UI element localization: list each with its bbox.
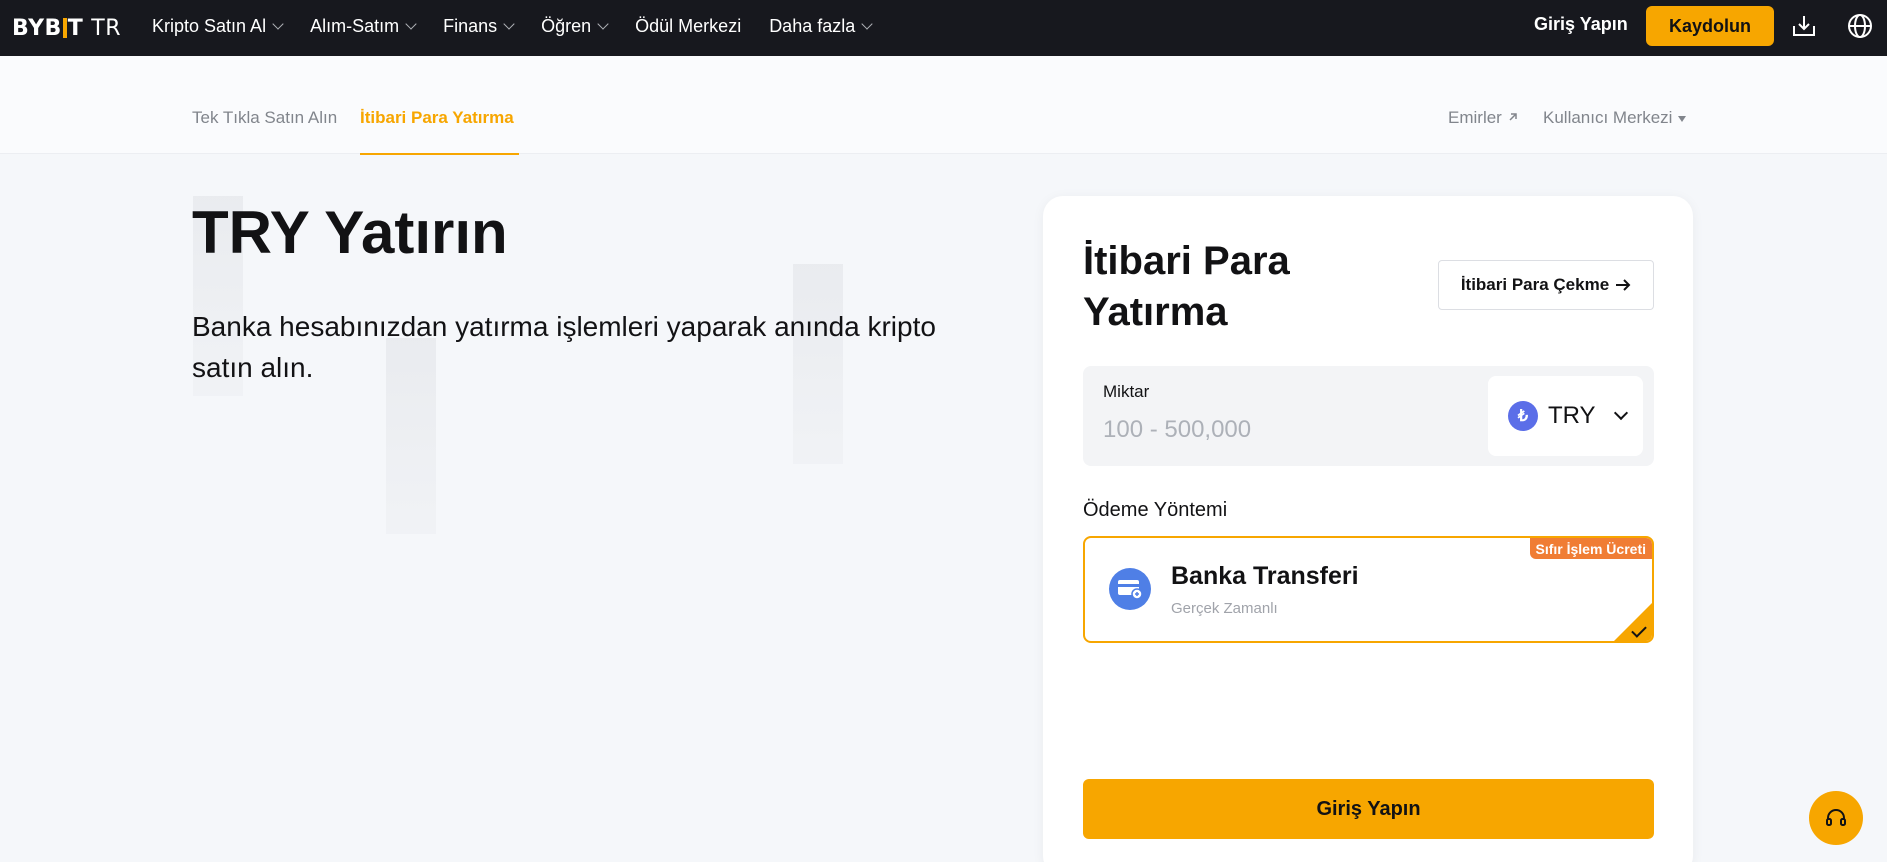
- logo-text: BYB: [12, 15, 62, 41]
- login-button[interactable]: Giriş Yapın: [1083, 779, 1654, 839]
- amount-field-group: Miktar ₺ TRY: [1083, 366, 1654, 466]
- nav-trade[interactable]: Alım-Satım: [310, 15, 417, 37]
- nav-learn[interactable]: Öğren: [541, 15, 609, 37]
- user-center-dropdown[interactable]: Kullanıcı Merkezi: [1543, 108, 1687, 128]
- chevron-down-icon: [1613, 405, 1628, 421]
- logo-bar: [62, 18, 67, 38]
- payment-option-subtitle: Gerçek Zamanlı: [1171, 600, 1278, 617]
- fiat-deposit-card: İtibari Para Yatırma İtibari Para Çekme …: [1043, 196, 1693, 862]
- logo-text-end: T: [67, 15, 84, 41]
- selected-corner: [1614, 603, 1652, 641]
- nav-label: Kripto Satın Al: [152, 15, 267, 36]
- card-title: İtibari Para Yatırma: [1083, 239, 1290, 334]
- bybit-tr-logo[interactable]: BYB T TR: [12, 14, 121, 42]
- chevron-down-icon: [503, 17, 515, 30]
- external-arrow-icon: [1509, 113, 1517, 121]
- chevron-down-icon: [405, 17, 417, 30]
- currency-selector[interactable]: ₺ TRY: [1488, 376, 1643, 456]
- chevron-down-icon: [272, 17, 284, 30]
- tab-one-click-buy[interactable]: Tek Tıkla Satın Alın: [192, 108, 337, 128]
- caret-down-icon: [1678, 116, 1687, 122]
- nav-label: Alım-Satım: [310, 15, 400, 36]
- page-subtitle: Banka hesabınızdan yatırma işlemleri yap…: [192, 311, 936, 383]
- currency-code: TRY: [1548, 402, 1596, 429]
- logo-suffix: TR: [91, 15, 122, 41]
- payment-option-bank-transfer[interactable]: Banka Transferi Gerçek Zamanlı Sıfır İşl…: [1083, 536, 1654, 643]
- page-title: TRY Yatırın: [192, 199, 508, 266]
- nav-reward-center[interactable]: Ödül Merkezi: [635, 16, 741, 37]
- headset-icon[interactable]: [1809, 791, 1863, 845]
- header-login-button[interactable]: Giriş Yapın: [1534, 14, 1628, 35]
- orders-link[interactable]: Emirler: [1448, 108, 1519, 128]
- fiat-withdraw-button[interactable]: İtibari Para Çekme: [1438, 260, 1654, 310]
- amount-label: Miktar: [1103, 382, 1150, 401]
- sub-navigation: Tek Tıkla Satın Alın İtibari Para Yatırm…: [0, 56, 1887, 155]
- nav-label: Daha fazla: [769, 15, 856, 36]
- zero-fee-badge: Sıfır İşlem Ücreti: [1529, 538, 1652, 559]
- chevron-down-icon: [597, 17, 609, 30]
- payment-method-label: Ödeme Yöntemi: [1083, 499, 1228, 521]
- main-nav: Kripto Satın Al Alım-Satım Finans Öğren …: [152, 0, 899, 52]
- turkish-lira-icon: ₺: [1508, 401, 1538, 431]
- tab-fiat-deposit[interactable]: İtibari Para Yatırma: [360, 108, 514, 128]
- nav-label: Ödül Merkezi: [635, 15, 742, 36]
- user-center-label: Kullanıcı Merkezi: [1543, 108, 1673, 127]
- nav-label: Öğren: [541, 15, 592, 36]
- active-tab-indicator: [360, 153, 519, 155]
- bank-card-icon: [1109, 568, 1151, 610]
- nav-finance[interactable]: Finans: [443, 15, 515, 37]
- globe-icon[interactable]: [1846, 12, 1874, 40]
- download-icon[interactable]: [1790, 12, 1818, 40]
- withdraw-label: İtibari Para Çekme: [1460, 275, 1610, 294]
- payment-option-title: Banka Transferi: [1171, 562, 1359, 590]
- top-navigation-bar: BYB T TR Kripto Satın Al Alım-Satım Finan…: [0, 0, 1887, 56]
- nav-buy-crypto[interactable]: Kripto Satın Al: [152, 15, 284, 37]
- nav-more[interactable]: Daha fazla: [769, 15, 873, 37]
- amount-input[interactable]: [1103, 410, 1483, 450]
- nav-label: Finans: [443, 15, 498, 36]
- arrow-right-icon: [1616, 279, 1631, 291]
- orders-label: Emirler: [1448, 108, 1502, 127]
- chevron-down-icon: [861, 17, 873, 30]
- signup-button[interactable]: Kaydolun: [1646, 6, 1774, 46]
